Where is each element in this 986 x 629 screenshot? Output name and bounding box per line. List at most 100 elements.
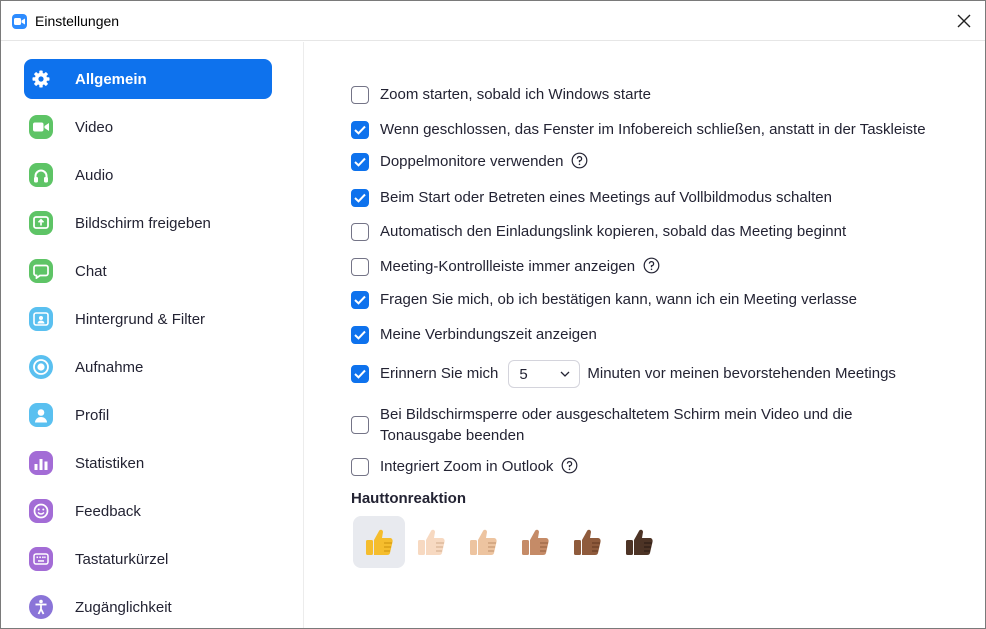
option-start-with-windows[interactable]: Zoom starten, sobald ich Windows starte	[351, 86, 651, 105]
sidebar-item-tastaturkuerzel[interactable]: Tastaturkürzel	[24, 539, 272, 579]
thumbs-up-icon	[418, 529, 445, 555]
option-close-to-tray[interactable]: Wenn geschlossen, das Fenster im Infober…	[351, 121, 926, 140]
option-outlook-integration[interactable]: Integriert Zoom in Outlook	[351, 456, 578, 477]
zoom-app-icon	[12, 14, 27, 29]
option-label: Erinnern Sie mich 5 Minuten vor meinen bev…	[380, 360, 896, 388]
option-label: Zoom starten, sobald ich Windows starte	[380, 86, 651, 103]
option-label: Automatisch den Einladungslink kopieren,…	[380, 223, 847, 240]
checkbox[interactable]	[351, 291, 369, 309]
close-button[interactable]	[949, 7, 979, 35]
settings-window: Einstellungen Allgemein Video Audio Bild…	[0, 0, 986, 629]
check-icon	[354, 157, 366, 167]
help-icon[interactable]	[571, 152, 588, 169]
sidebar-item-chat[interactable]: Chat	[24, 251, 272, 291]
background-person-icon	[29, 307, 53, 331]
checkbox[interactable]	[351, 153, 369, 171]
option-label: Integriert Zoom in Outlook	[380, 456, 578, 477]
sidebar-item-zugaenglichkeit[interactable]: Zugänglichkeit	[24, 587, 272, 627]
checkbox[interactable]	[351, 121, 369, 139]
settings-sidebar: Allgemein Video Audio Bildschirm freigeb…	[1, 42, 304, 628]
sidebar-item-hintergrund-filter[interactable]: Hintergrund & Filter	[24, 299, 272, 339]
reminder-minutes-select[interactable]: 5	[508, 360, 581, 388]
profile-person-icon	[29, 403, 53, 427]
sidebar-item-label: Video	[75, 119, 114, 136]
checkbox[interactable]	[351, 365, 369, 383]
thumbs-up-icon	[626, 529, 653, 555]
checkbox[interactable]	[351, 223, 369, 241]
sidebar-item-video[interactable]: Video	[24, 107, 272, 147]
thumbs-up-icon	[470, 529, 497, 555]
chat-bubble-icon	[29, 259, 53, 283]
sidebar-item-label: Aufnahme	[75, 359, 144, 376]
checkbox[interactable]	[351, 86, 369, 104]
option-fullscreen-on-start[interactable]: Beim Start oder Betreten eines Meetings …	[351, 189, 832, 208]
keyboard-icon	[29, 547, 53, 571]
sidebar-item-label: Bildschirm freigeben	[75, 215, 211, 232]
gear-icon	[29, 67, 53, 91]
sidebar-item-feedback[interactable]: Feedback	[24, 491, 272, 531]
skin-tone-option[interactable]	[509, 516, 561, 568]
general-settings-panel: Zoom starten, sobald ich Windows starte …	[305, 42, 985, 628]
smiley-face-icon	[29, 499, 53, 523]
thumbs-up-icon	[574, 529, 601, 555]
option-copy-invite-link[interactable]: Automatisch den Einladungslink kopieren,…	[351, 223, 846, 242]
option-show-connection-time[interactable]: Meine Verbindungszeit anzeigen	[351, 326, 597, 345]
option-stop-video-on-lock[interactable]: Bei Bildschirmsperre oder ausgeschaltete…	[351, 404, 852, 446]
thumbs-up-icon	[522, 529, 549, 555]
sidebar-item-audio[interactable]: Audio	[24, 155, 272, 195]
check-icon	[354, 125, 366, 135]
checkbox[interactable]	[351, 189, 369, 207]
sidebar-item-statistiken[interactable]: Statistiken	[24, 443, 272, 483]
check-icon	[354, 193, 366, 203]
chevron-down-icon	[560, 371, 570, 377]
sidebar-item-label: Audio	[75, 167, 114, 184]
option-always-show-controls[interactable]: Meeting-Kontrollleiste immer anzeigen	[351, 256, 660, 277]
check-icon	[354, 295, 366, 305]
check-icon	[354, 330, 366, 340]
option-label: Beim Start oder Betreten eines Meetings …	[380, 189, 832, 206]
sidebar-item-allgemein[interactable]: Allgemein	[24, 59, 272, 99]
sidebar-item-label: Profil	[75, 407, 110, 424]
option-meeting-reminder[interactable]: Erinnern Sie mich 5 Minuten vor meinen bev…	[351, 360, 896, 388]
skin-tone-option[interactable]	[405, 516, 457, 568]
sidebar-item-label: Chat	[75, 263, 107, 280]
share-screen-icon	[29, 211, 53, 235]
video-camera-icon	[29, 115, 53, 139]
sidebar-item-aufnahme[interactable]: Aufnahme	[24, 347, 272, 387]
title-bar: Einstellungen	[1, 1, 985, 41]
checkbox[interactable]	[351, 258, 369, 276]
checkbox[interactable]	[351, 416, 369, 434]
headphones-icon	[29, 163, 53, 187]
skin-tone-option[interactable]	[561, 516, 613, 568]
checkbox[interactable]	[351, 326, 369, 344]
option-label: Fragen Sie mich, ob ich bestätigen kann,…	[380, 291, 857, 308]
option-label: Meeting-Kontrollleiste immer anzeigen	[380, 256, 660, 277]
skin-tone-option[interactable]	[613, 516, 665, 568]
sidebar-item-label: Zugänglichkeit	[75, 599, 172, 616]
option-label: Bei Bildschirmsperre oder ausgeschaltete…	[380, 406, 853, 444]
sidebar-item-label: Hintergrund & Filter	[75, 311, 206, 328]
option-confirm-leave[interactable]: Fragen Sie mich, ob ich bestätigen kann,…	[351, 291, 857, 310]
checkbox[interactable]	[351, 458, 369, 476]
skin-tone-picker	[353, 516, 665, 568]
accessibility-person-icon	[29, 595, 53, 619]
skin-tone-option[interactable]	[353, 516, 405, 568]
skin-tone-heading: Hauttonreaktion	[351, 490, 467, 507]
check-icon	[354, 369, 366, 379]
option-label: Doppelmonitore verwenden	[380, 151, 588, 172]
sidebar-item-label: Tastaturkürzel	[75, 551, 169, 568]
help-icon[interactable]	[643, 257, 660, 274]
record-icon	[29, 355, 53, 379]
close-icon	[957, 14, 971, 28]
sidebar-item-bildschirm-freigeben[interactable]: Bildschirm freigeben	[24, 203, 272, 243]
window-title: Einstellungen	[35, 13, 120, 29]
sidebar-item-label: Allgemein	[75, 71, 147, 88]
skin-tone-option[interactable]	[457, 516, 509, 568]
sidebar-item-label: Statistiken	[75, 455, 145, 472]
option-dual-monitors[interactable]: Doppelmonitore verwenden	[351, 151, 588, 172]
option-label: Wenn geschlossen, das Fenster im Infober…	[380, 121, 926, 138]
sidebar-item-label: Feedback	[75, 503, 141, 520]
sidebar-item-profil[interactable]: Profil	[24, 395, 272, 435]
help-icon[interactable]	[561, 457, 578, 474]
select-value: 5	[519, 365, 528, 383]
